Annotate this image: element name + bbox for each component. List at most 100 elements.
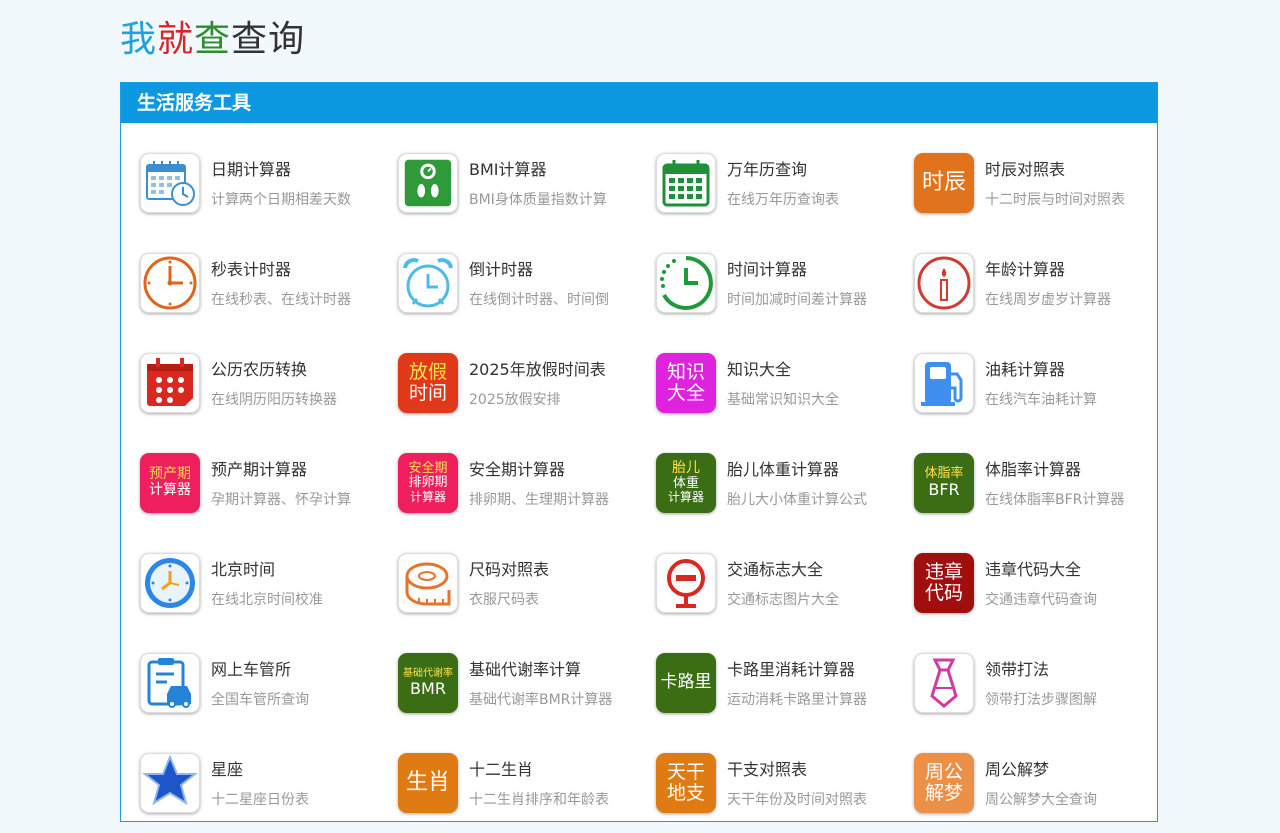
logo-char-5: 询 [268,19,306,60]
tool-title[interactable]: 尺码对照表 [469,556,549,580]
tool-item[interactable]: 胎儿 体重 计算器 胎儿体重计算器 胎儿大小体重计算公式 [656,453,914,533]
tool-item[interactable]: 预产期 计算器 预产期计算器 孕期计算器、怀孕计算 [140,453,398,533]
tool-item[interactable]: 生肖 十二生肖 十二生肖排序和年龄表 [398,753,656,833]
text-icon: 违章 代码 [914,553,974,613]
tools-panel: 生活服务工具 日期计算器 计算两个日期相差天数 BMI计算器 BMI身体质量指数计算 万… [120,82,1158,822]
tool-item[interactable]: 时间计算器时间加减时间差计算器 [656,253,914,333]
tool-item[interactable]: 基础代谢率 BMR 基础代谢率计算 基础代谢率BMR计算器 [398,653,656,733]
tool-item[interactable]: 北京时间 在线北京时间校准 [140,553,398,633]
tool-item[interactable]: 万年历查询在线万年历查询表 [656,153,914,233]
tool-title[interactable]: 时辰对照表 [985,156,1065,180]
text-icon: 安全期 排卵期 计算器 [398,453,458,513]
tool-description: 在线汽车油耗计算 [985,392,1097,408]
tool-title[interactable]: 倒计时器 [469,256,533,280]
tool-item[interactable]: 交通标志大全 交通标志图片大全 [656,553,914,633]
tool-title[interactable]: 公历农历转换 [211,356,307,380]
car-form-icon [140,653,200,713]
tool-description: 2025放假安排 [469,392,561,408]
tool-item[interactable]: 体脂率 BFR 体脂率计算器 在线体脂率BFR计算器 [914,453,1172,533]
tool-title[interactable]: 时间计算器 [727,256,807,280]
tool-item[interactable]: 时辰 时辰对照表 十二时辰与时间对照表 [914,153,1172,233]
tool-description: 在线万年历查询表 [727,192,839,208]
tool-title[interactable]: 十二生肖 [469,756,533,780]
tool-item[interactable]: 尺码对照表 衣服尺码表 [398,553,656,633]
tool-title[interactable]: 交通标志大全 [727,556,823,580]
fuel-pump-icon [914,353,974,413]
tool-title[interactable]: 秒表计时器 [211,256,291,280]
icon-label: 卡路里 [660,672,712,693]
tool-description: 周公解梦大全查询 [985,792,1097,808]
tool-title[interactable]: 知识大全 [727,356,791,380]
tool-description: 计算两个日期相差天数 [211,192,351,208]
tool-description: 十二生肖排序和年龄表 [469,792,609,808]
tool-item[interactable]: 公历农历转换在线阴历阳历转换器 [140,353,398,433]
icon-label: 放假 [408,360,447,383]
tool-title[interactable]: 胎儿体重计算器 [727,456,839,480]
candle-icon [914,253,974,313]
tool-title[interactable]: 北京时间 [211,556,275,580]
logo-char-3: 查 [194,19,232,60]
icon-label: BFR [928,480,960,500]
site-logo[interactable]: 我就查查询 [120,18,305,62]
tool-title[interactable]: 日期计算器 [211,156,291,180]
text-icon: 基础代谢率 BMR [398,653,458,713]
tool-description: 领带打法步骤图解 [985,692,1097,708]
logo-char-4: 查 [231,19,269,60]
tool-item[interactable]: 放假 时间 2025年放假时间表 2025放假安排 [398,353,656,433]
logo-char-2: 就 [157,19,195,60]
tool-item[interactable]: 周公 解梦 周公解梦 周公解梦大全查询 [914,753,1172,833]
tool-description: 时间加减时间差计算器 [727,292,867,308]
text-icon: 周公 解梦 [914,753,974,813]
tool-title[interactable]: 周公解梦 [985,756,1049,780]
tool-item[interactable]: BMI计算器 BMI身体质量指数计算 [398,153,656,233]
tool-title[interactable]: BMI计算器 [469,156,547,180]
text-icon: 预产期 计算器 [140,453,200,513]
icon-label: 知识 [666,360,705,383]
tool-title[interactable]: 领带打法 [985,656,1049,680]
tool-title[interactable]: 星座 [211,756,243,780]
icon-label: 违章 [924,560,963,583]
tool-item[interactable]: 知识 大全 知识大全 基础常识知识大全 [656,353,914,433]
tool-item[interactable]: 安全期 排卵期 计算器 安全期计算器 排卵期、生理期计算器 [398,453,656,533]
tool-item[interactable]: 违章 代码 违章代码大全交通违章代码查询 [914,553,1172,633]
tool-item[interactable]: 秒表计时器在线秒表、在线计时器 [140,253,398,333]
tool-item[interactable]: 星座 十二星座日份表 [140,753,398,833]
tool-description: 十二时辰与时间对照表 [985,192,1125,208]
tool-item[interactable]: 年龄计算器 在线周岁虚岁计算器 [914,253,1172,333]
tool-description: 胎儿大小体重计算公式 [727,492,867,508]
text-icon: 胎儿 体重 计算器 [656,453,716,513]
tool-item[interactable]: 天干 地支 干支对照表 天干年份及时间对照表 [656,753,914,833]
text-icon: 知识 大全 [656,353,716,413]
tool-title[interactable]: 安全期计算器 [469,456,565,480]
tool-description: 在线秒表、在线计时器 [211,292,351,308]
tool-item[interactable]: 网上车管所 全国车管所查询 [140,653,398,733]
necktie-icon [914,653,974,713]
icon-label: 胎儿 [672,460,700,477]
tool-item[interactable]: 领带打法领带打法步骤图解 [914,653,1172,733]
tool-description: 十二星座日份表 [211,792,309,808]
tool-title[interactable]: 体脂率计算器 [985,456,1081,480]
red-calendar-icon [140,353,200,413]
tool-title[interactable]: 基础代谢率计算 [469,656,581,680]
icon-label: 大全 [666,382,705,404]
tool-description: BMI身体质量指数计算 [469,192,607,208]
icon-label: 天干 [666,760,705,783]
tool-title[interactable]: 网上车管所 [211,656,291,680]
icon-label: 安全期 [408,460,448,476]
icon-label: 体脂率 [924,465,964,481]
tool-title[interactable]: 卡路里消耗计算器 [727,656,855,680]
tool-description: 在线阴历阳历转换器 [211,392,337,408]
tool-title[interactable]: 万年历查询 [727,156,807,180]
tool-item[interactable]: 油耗计算器在线汽车油耗计算 [914,353,1172,433]
tool-title[interactable]: 干支对照表 [727,756,807,780]
tool-title[interactable]: 违章代码大全 [985,556,1081,580]
tool-item[interactable]: 卡路里 卡路里消耗计算器 运动消耗卡路里计算器 [656,653,914,733]
tool-title[interactable]: 油耗计算器 [985,356,1065,380]
alarm-clock-icon [398,253,458,313]
tool-item[interactable]: 倒计时器 在线倒计时器、时间倒 [398,253,656,333]
tool-title[interactable]: 年龄计算器 [985,256,1065,280]
tool-item[interactable]: 日期计算器计算两个日期相差天数 [140,153,398,233]
tool-title[interactable]: 2025年放假时间表 [469,356,606,380]
tool-description: 交通违章代码查询 [985,592,1097,608]
tool-title[interactable]: 预产期计算器 [211,456,307,480]
